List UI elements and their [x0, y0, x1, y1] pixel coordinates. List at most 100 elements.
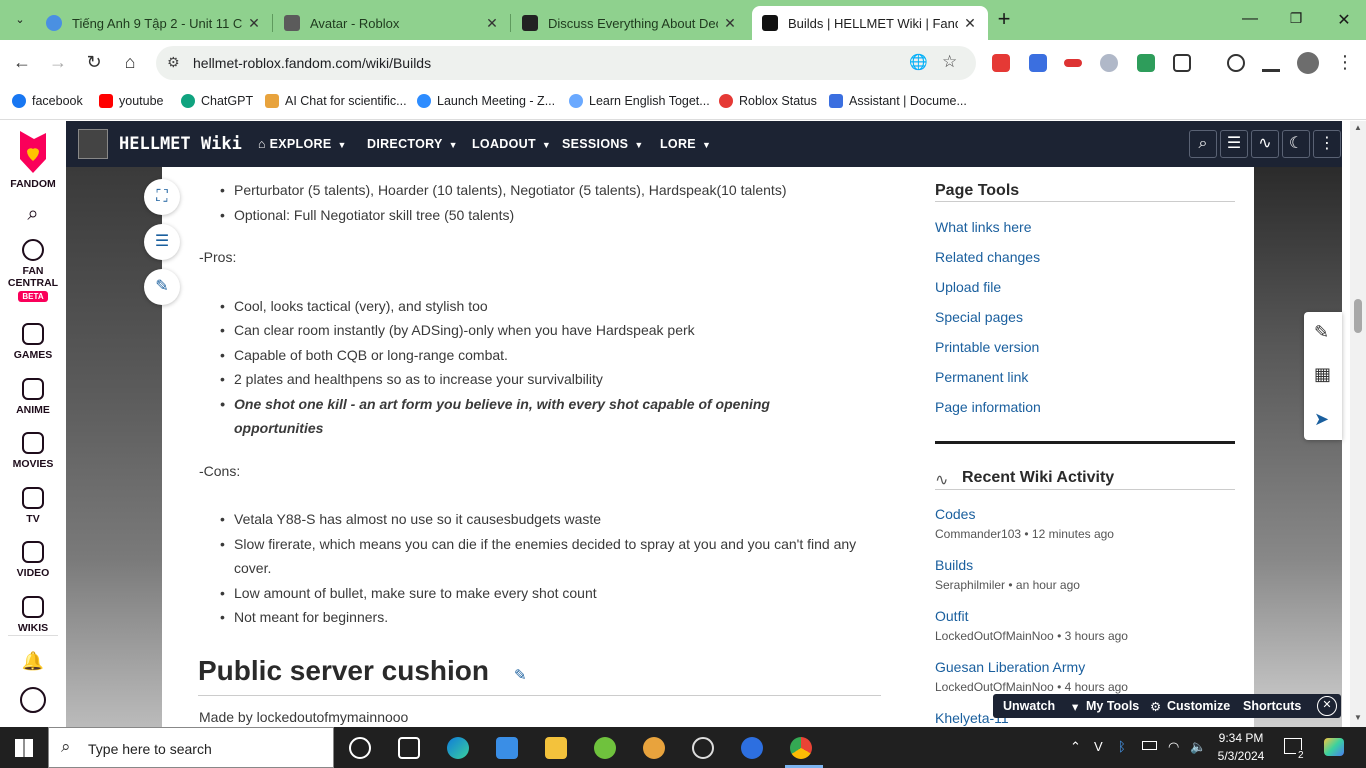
forward-icon[interactable]: → — [47, 52, 69, 73]
calendar-icon[interactable]: ▦ — [1314, 364, 1331, 385]
edge-icon[interactable] — [447, 737, 469, 759]
windows-start-icon[interactable] — [15, 739, 33, 757]
bell-icon[interactable]: 🔔 — [0, 651, 66, 672]
tool-special-pages[interactable]: Special pages — [935, 309, 1023, 325]
bookmark-assistant[interactable]: Assistant | Docume... — [829, 94, 967, 108]
pocket-icon[interactable] — [992, 54, 1010, 72]
bookmark-star-icon[interactable]: ☆ — [942, 52, 957, 72]
rail-tv[interactable]: TV — [0, 487, 66, 525]
bookmark-zoom[interactable]: Launch Meeting - Z... — [417, 94, 555, 108]
more-kebab-icon[interactable]: ⋮ — [1313, 130, 1341, 158]
customize-button[interactable]: Customize — [1167, 699, 1230, 713]
wiki-name[interactable]: HELLMET Wiki — [119, 134, 242, 154]
shortcuts-button[interactable]: Shortcuts — [1243, 699, 1301, 713]
recent-page-link[interactable]: Guesan Liberation Army — [935, 659, 1085, 675]
recent-page-link[interactable]: Builds — [935, 557, 973, 573]
tool-printable-version[interactable]: Printable version — [935, 339, 1039, 355]
close-icon[interactable]: ✕ — [484, 15, 500, 32]
chatgpt-app-icon[interactable] — [692, 737, 714, 759]
tab-discuss[interactable]: Discuss Everything About Deca ✕ — [512, 6, 748, 40]
clock-date[interactable]: 5/3/2024 — [1214, 749, 1268, 763]
avatar[interactable] — [1297, 52, 1319, 74]
close-icon[interactable]: ✕ — [722, 15, 738, 32]
tab-english[interactable]: Tiếng Anh 9 Tập 2 - Unit 11 CH ✕ — [36, 6, 272, 40]
app-blue-icon[interactable] — [741, 737, 763, 759]
app-medal-icon[interactable] — [643, 737, 665, 759]
rail-wikis[interactable]: WIKIS — [0, 596, 66, 634]
discussions-icon[interactable]: ☰ — [1220, 130, 1248, 158]
address-bar[interactable]: ⚙ hellmet-roblox.fandom.com/wiki/Builds … — [156, 46, 976, 80]
section-edit-icon[interactable]: ✎ — [514, 666, 527, 684]
bluetooth-icon[interactable]: ᛒ — [1118, 739, 1126, 754]
minimize-icon[interactable]: — — [1240, 10, 1260, 28]
close-toolbar-icon[interactable]: ✕ — [1317, 696, 1337, 716]
recent-page-link[interactable]: Outfit — [935, 608, 968, 624]
performance-icon[interactable] — [1227, 54, 1245, 72]
tab-search-icon[interactable]: ⌄ — [10, 13, 30, 26]
toc-list-icon[interactable]: ☰ — [144, 224, 180, 260]
rail-anime[interactable]: ANIME — [0, 378, 66, 416]
bookmark-facebook[interactable]: facebook — [12, 94, 83, 108]
cortana-icon[interactable] — [349, 737, 371, 759]
file-explorer-icon[interactable] — [545, 737, 567, 759]
extension-red-icon[interactable] — [1064, 59, 1082, 67]
rail-games[interactable]: GAMES — [0, 323, 66, 361]
volume-icon[interactable]: 🔈 — [1190, 739, 1206, 755]
task-view-icon[interactable] — [398, 737, 420, 759]
unwatch-button[interactable]: Unwatch — [1003, 699, 1055, 713]
tool-what-links-here[interactable]: What links here — [935, 219, 1031, 235]
app-green-icon[interactable] — [594, 737, 616, 759]
page-scrollbar[interactable]: ▲ ▼ — [1350, 121, 1366, 727]
scroll-down-icon[interactable]: ▼ — [1354, 713, 1362, 722]
my-tools-button[interactable]: My Tools — [1086, 699, 1139, 713]
wiki-logo[interactable] — [78, 129, 108, 159]
scroll-up-icon[interactable]: ▲ — [1354, 123, 1362, 132]
rail-movies[interactable]: MOVIES — [0, 432, 66, 470]
menu-kebab-icon[interactable]: ⋮ — [1336, 52, 1354, 73]
wifi-icon[interactable]: ◠ — [1168, 739, 1179, 755]
tab-roblox[interactable]: Avatar - Roblox ✕ — [274, 6, 510, 40]
download-icon[interactable] — [1262, 54, 1280, 72]
chrome-icon[interactable] — [790, 737, 812, 759]
rail-fan-central[interactable]: FAN CENTRAL BETA — [0, 239, 66, 302]
magic-edit-icon[interactable]: ✎ — [1314, 322, 1329, 343]
nav-lore[interactable]: LORE ▼ — [660, 137, 711, 151]
extension-blue-icon[interactable] — [1029, 54, 1047, 72]
search-icon[interactable]: ⌕ — [0, 203, 66, 226]
puzzle-icon[interactable] — [1173, 54, 1191, 72]
nav-explore[interactable]: ⌂ EXPLORE ▼ — [258, 137, 347, 151]
tool-page-information[interactable]: Page information — [935, 399, 1041, 415]
wiki-search-icon[interactable]: ⌕ — [1189, 130, 1217, 158]
tool-permanent-link[interactable]: Permanent link — [935, 369, 1028, 385]
bookmark-ai-chat[interactable]: AI Chat for scientific... — [265, 94, 407, 108]
reload-icon[interactable]: ↻ — [83, 52, 105, 73]
shield-icon[interactable] — [1100, 54, 1118, 72]
close-icon[interactable]: ✕ — [962, 15, 978, 32]
activity-icon[interactable]: ∿ — [1251, 130, 1279, 158]
bookmark-youtube[interactable]: youtube — [99, 94, 163, 108]
copilot-icon[interactable] — [1324, 738, 1344, 756]
restore-icon[interactable]: ❐ — [1286, 10, 1306, 27]
scrollbar-thumb[interactable] — [1354, 299, 1362, 333]
theme-moon-icon[interactable]: ☾ — [1282, 130, 1310, 158]
tray-chevron-icon[interactable]: ⌃ — [1070, 739, 1081, 755]
translate-ext-icon[interactable] — [1137, 54, 1155, 72]
taskbar-search-input[interactable]: ⌕ Type here to search — [48, 727, 334, 768]
nav-directory[interactable]: DIRECTORY ▼ — [367, 137, 458, 151]
close-icon[interactable]: ✕ — [246, 15, 262, 32]
tool-upload-file[interactable]: Upload file — [935, 279, 1001, 295]
tray-app-icon[interactable]: V — [1094, 739, 1103, 754]
window-close-icon[interactable]: ✕ — [1334, 10, 1354, 30]
fullscreen-icon[interactable]: ⛶ — [144, 179, 180, 215]
user-avatar[interactable] — [0, 687, 66, 717]
recent-page-link[interactable]: Codes — [935, 506, 975, 522]
new-tab-button[interactable]: + — [994, 6, 1014, 32]
clock-time[interactable]: 9:34 PM — [1218, 731, 1264, 745]
edit-pencil-icon[interactable]: ✎ — [144, 269, 180, 305]
nav-sessions[interactable]: SESSIONS ▼ — [562, 137, 644, 151]
bookmark-roblox-status[interactable]: Roblox Status — [719, 94, 817, 108]
site-info-icon[interactable]: ⚙ — [167, 54, 180, 71]
translate-icon[interactable]: 🌐 — [909, 53, 928, 71]
back-icon[interactable]: ← — [11, 52, 33, 73]
fandom-logo[interactable]: FANDOM — [0, 129, 66, 190]
